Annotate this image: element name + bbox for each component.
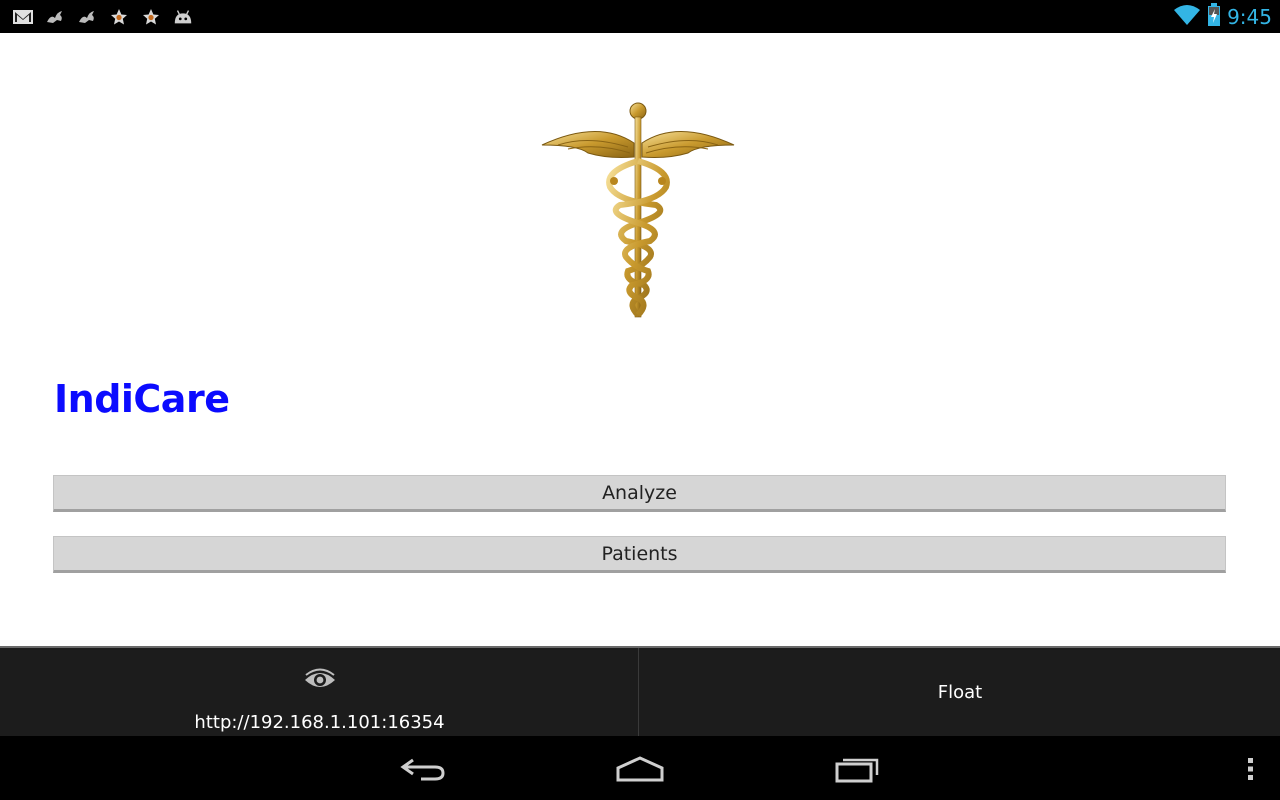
remote-url-panel[interactable]: http://192.168.1.101:16354 <box>0 648 639 736</box>
notification-bird-icon <box>76 6 98 28</box>
back-icon[interactable] <box>393 752 453 786</box>
app-title: IndiCare <box>54 377 230 421</box>
eye-icon <box>303 668 337 692</box>
clock: 9:45 <box>1227 5 1272 29</box>
remote-url: http://192.168.1.101:16354 <box>194 712 445 733</box>
system-indicators: 9:45 <box>1173 3 1272 31</box>
android-icon <box>172 6 194 28</box>
float-button-label: Float <box>937 681 983 703</box>
navigation-bar <box>0 736 1280 800</box>
caduceus-icon <box>538 101 738 323</box>
status-bar: 9:45 <box>0 0 1280 33</box>
remote-view-overlay: http://192.168.1.101:16354 Float <box>0 646 1280 736</box>
analyze-button[interactable]: Analyze <box>53 475 1226 512</box>
recent-apps-icon[interactable] <box>827 752 887 786</box>
notification-bird-icon <box>44 6 66 28</box>
star-icon <box>108 6 130 28</box>
patients-button[interactable]: Patients <box>53 536 1226 573</box>
float-button[interactable]: Float <box>640 648 1280 736</box>
battery-charging-icon <box>1207 3 1221 31</box>
app-screen: IndiCare Analyze Patients <box>0 33 1280 646</box>
gmail-icon <box>12 6 34 28</box>
overflow-menu-icon[interactable] <box>1244 756 1256 782</box>
home-icon[interactable] <box>610 752 670 786</box>
star-icon <box>140 6 162 28</box>
wifi-icon <box>1173 4 1201 30</box>
notification-icons <box>12 5 194 29</box>
patients-button-label: Patients <box>601 542 678 565</box>
analyze-button-label: Analyze <box>602 481 677 504</box>
